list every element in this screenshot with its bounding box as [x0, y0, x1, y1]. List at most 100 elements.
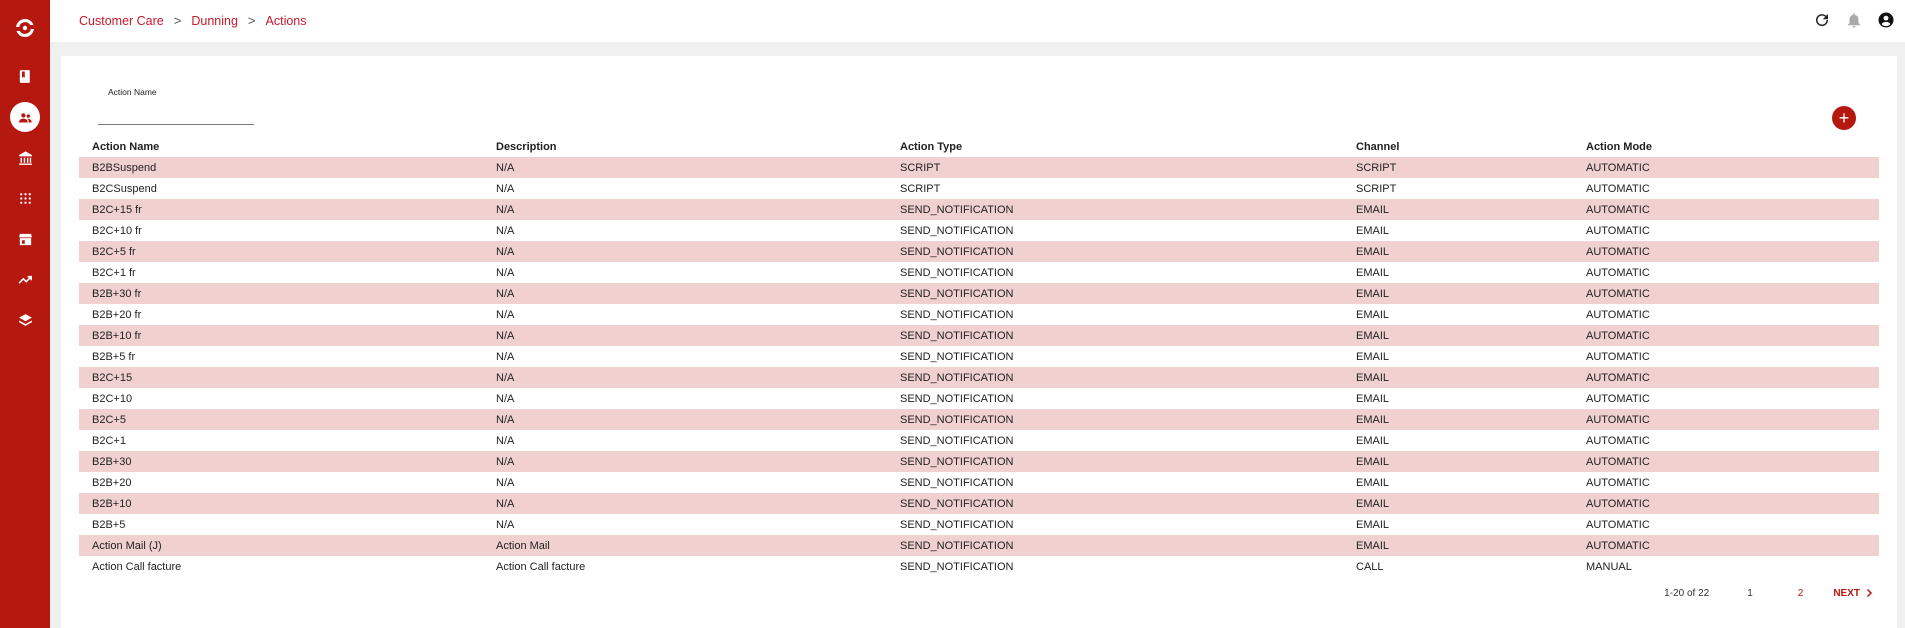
table-row[interactable]: B2B+5 N/A SEND_NOTIFICATION EMAIL AUTOMATIC: [79, 514, 1879, 535]
table-row[interactable]: B2C+15 fr N/A SEND_NOTIFICATION EMAIL AUTOMA…: [79, 199, 1879, 220]
table-row[interactable]: Action Call facture Action Call facture SE…: [79, 556, 1879, 577]
table-row[interactable]: B2B+20 N/A SEND_NOTIFICATION EMAIL AUTOMATIC: [79, 472, 1879, 493]
next-page-button[interactable]: NEXT: [1833, 587, 1875, 599]
cell-action-type: SEND_NOTIFICATION: [900, 539, 1014, 552]
table-row[interactable]: B2C+10 N/A SEND_NOTIFICATION EMAIL AUTOMATIC: [79, 388, 1879, 409]
page-1-button[interactable]: 1: [1747, 588, 1753, 599]
cell-description: N/A: [496, 413, 515, 426]
customers-icon: [18, 112, 32, 122]
cell-description: N/A: [496, 455, 515, 468]
sidebar-item-trending[interactable]: [10, 264, 40, 294]
cell-action-mode: AUTOMATIC: [1586, 518, 1650, 531]
pagination-range: 1-20 of 22: [1664, 587, 1710, 599]
cell-action-type: SEND_NOTIFICATION: [900, 392, 1014, 405]
sidebar-item-bank[interactable]: [10, 143, 40, 173]
table-row[interactable]: B2C+1 fr N/A SEND_NOTIFICATION EMAIL AUTOMAT…: [79, 262, 1879, 283]
bell-icon[interactable]: [1845, 11, 1863, 29]
table-row[interactable]: B2BSuspend N/A SCRIPT SCRIPT AUTOMATIC: [79, 157, 1879, 178]
table-row[interactable]: Action Mail (J) Action Mail SEND_NOTIFICAT…: [79, 535, 1879, 556]
breadcrumb-customer-care[interactable]: Customer Care: [79, 14, 164, 28]
cell-channel: SCRIPT: [1356, 161, 1397, 174]
cell-description: Action Mail: [496, 539, 550, 552]
table-row[interactable]: B2B+20 fr N/A SEND_NOTIFICATION EMAIL AUTOMA…: [79, 304, 1879, 325]
cell-description: N/A: [496, 497, 515, 510]
cell-action-type: SEND_NOTIFICATION: [900, 518, 1014, 531]
cell-action-name: B2C+1 fr: [92, 266, 136, 279]
column-header-action-mode[interactable]: Action Mode: [1573, 137, 1879, 157]
cell-action-type: SCRIPT: [900, 161, 941, 174]
cell-action-mode: AUTOMATIC: [1586, 371, 1650, 384]
cell-description: N/A: [496, 224, 515, 237]
cell-channel: EMAIL: [1356, 287, 1390, 300]
cell-action-name: B2C+15: [92, 371, 133, 384]
cell-action-type: SEND_NOTIFICATION: [900, 350, 1014, 363]
table-row[interactable]: B2B+30 fr N/A SEND_NOTIFICATION EMAIL AUTOMA…: [79, 283, 1879, 304]
cell-action-mode: AUTOMATIC: [1586, 476, 1650, 489]
cell-channel: EMAIL: [1356, 371, 1390, 384]
brand-logo-icon[interactable]: [13, 16, 37, 40]
table-row[interactable]: B2B+10 N/A SEND_NOTIFICATION EMAIL AUTOMATIC: [79, 493, 1879, 514]
cell-action-type: SEND_NOTIFICATION: [900, 308, 1014, 321]
cell-description: N/A: [496, 161, 515, 174]
cell-description: N/A: [496, 371, 515, 384]
table-row[interactable]: B2B+10 fr N/A SEND_NOTIFICATION EMAIL AUTOMA…: [79, 325, 1879, 346]
breadcrumb: Customer Care > Dunning > Actions: [79, 13, 307, 28]
cell-action-type: SEND_NOTIFICATION: [900, 245, 1014, 258]
topbar-actions: [1813, 11, 1895, 29]
cell-channel: CALL: [1356, 560, 1384, 573]
sidebar-item-layers[interactable]: [10, 305, 40, 335]
sidebar-item-customers[interactable]: [10, 102, 40, 132]
cell-action-name: B2C+5 fr: [92, 245, 136, 258]
refresh-icon[interactable]: [1813, 11, 1831, 29]
cell-channel: EMAIL: [1356, 308, 1390, 321]
cell-action-type: SEND_NOTIFICATION: [900, 287, 1014, 300]
cell-channel: EMAIL: [1356, 329, 1390, 342]
cell-action-name: B2C+5: [92, 413, 126, 426]
table-row[interactable]: B2C+5 N/A SEND_NOTIFICATION EMAIL AUTOMATIC: [79, 409, 1879, 430]
sidebar-item-book[interactable]: [10, 61, 40, 91]
breadcrumb-dunning[interactable]: Dunning: [191, 14, 238, 28]
cell-action-name: B2C+10 fr: [92, 224, 142, 237]
cell-description: N/A: [496, 434, 515, 447]
cell-action-mode: AUTOMATIC: [1586, 455, 1650, 468]
table-row[interactable]: B2B+30 N/A SEND_NOTIFICATION EMAIL AUTOMATIC: [79, 451, 1879, 472]
cell-action-name: B2B+30 fr: [92, 287, 142, 300]
column-header-action-name[interactable]: Action Name: [79, 137, 483, 157]
cell-action-mode: AUTOMATIC: [1586, 539, 1650, 552]
cell-action-mode: AUTOMATIC: [1586, 350, 1650, 363]
table-row[interactable]: B2C+1 N/A SEND_NOTIFICATION EMAIL AUTOMATIC: [79, 430, 1879, 451]
cell-action-type: SEND_NOTIFICATION: [900, 224, 1014, 237]
cell-action-mode: AUTOMATIC: [1586, 329, 1650, 342]
sidebar-item-grid[interactable]: [10, 183, 40, 213]
pagination: 1-20 of 22 1 2 NEXT: [1664, 587, 1875, 599]
cell-channel: EMAIL: [1356, 455, 1390, 468]
column-header-action-type[interactable]: Action Type: [887, 137, 1343, 157]
table-row[interactable]: B2CSuspend N/A SCRIPT SCRIPT AUTOMATIC: [79, 178, 1879, 199]
table-row[interactable]: B2C+15 N/A SEND_NOTIFICATION EMAIL AUTOMATIC: [79, 367, 1879, 388]
cell-action-name: B2CSuspend: [92, 182, 157, 195]
add-action-button[interactable]: +: [1832, 106, 1856, 130]
cell-description: N/A: [496, 245, 515, 258]
breadcrumb-actions[interactable]: Actions: [266, 14, 307, 28]
cell-description: N/A: [496, 266, 515, 279]
cell-description: N/A: [496, 392, 515, 405]
cell-channel: EMAIL: [1356, 350, 1390, 363]
cell-action-mode: AUTOMATIC: [1586, 161, 1650, 174]
column-header-description[interactable]: Description: [483, 137, 887, 157]
bank-icon: [18, 150, 32, 165]
table-row[interactable]: B2C+10 fr N/A SEND_NOTIFICATION EMAIL AUTOMA…: [79, 220, 1879, 241]
page-2-button[interactable]: 2: [1798, 588, 1804, 599]
cell-action-mode: AUTOMATIC: [1586, 308, 1650, 321]
action-name-filter-input[interactable]: [98, 107, 254, 125]
account-icon[interactable]: [1877, 11, 1895, 29]
cell-action-name: B2B+20: [92, 476, 132, 489]
cell-action-name: B2BSuspend: [92, 161, 157, 174]
layers-icon: [18, 313, 32, 326]
table-row[interactable]: B2B+5 fr N/A SEND_NOTIFICATION EMAIL AUTOMAT…: [79, 346, 1879, 367]
sidebar-item-store[interactable]: [10, 224, 40, 254]
table-row[interactable]: B2C+5 fr N/A SEND_NOTIFICATION EMAIL AUTOMAT…: [79, 241, 1879, 262]
column-header-channel[interactable]: Channel: [1343, 137, 1573, 157]
cell-channel: EMAIL: [1356, 224, 1390, 237]
cell-description: N/A: [496, 329, 515, 342]
cell-channel: EMAIL: [1356, 266, 1390, 279]
